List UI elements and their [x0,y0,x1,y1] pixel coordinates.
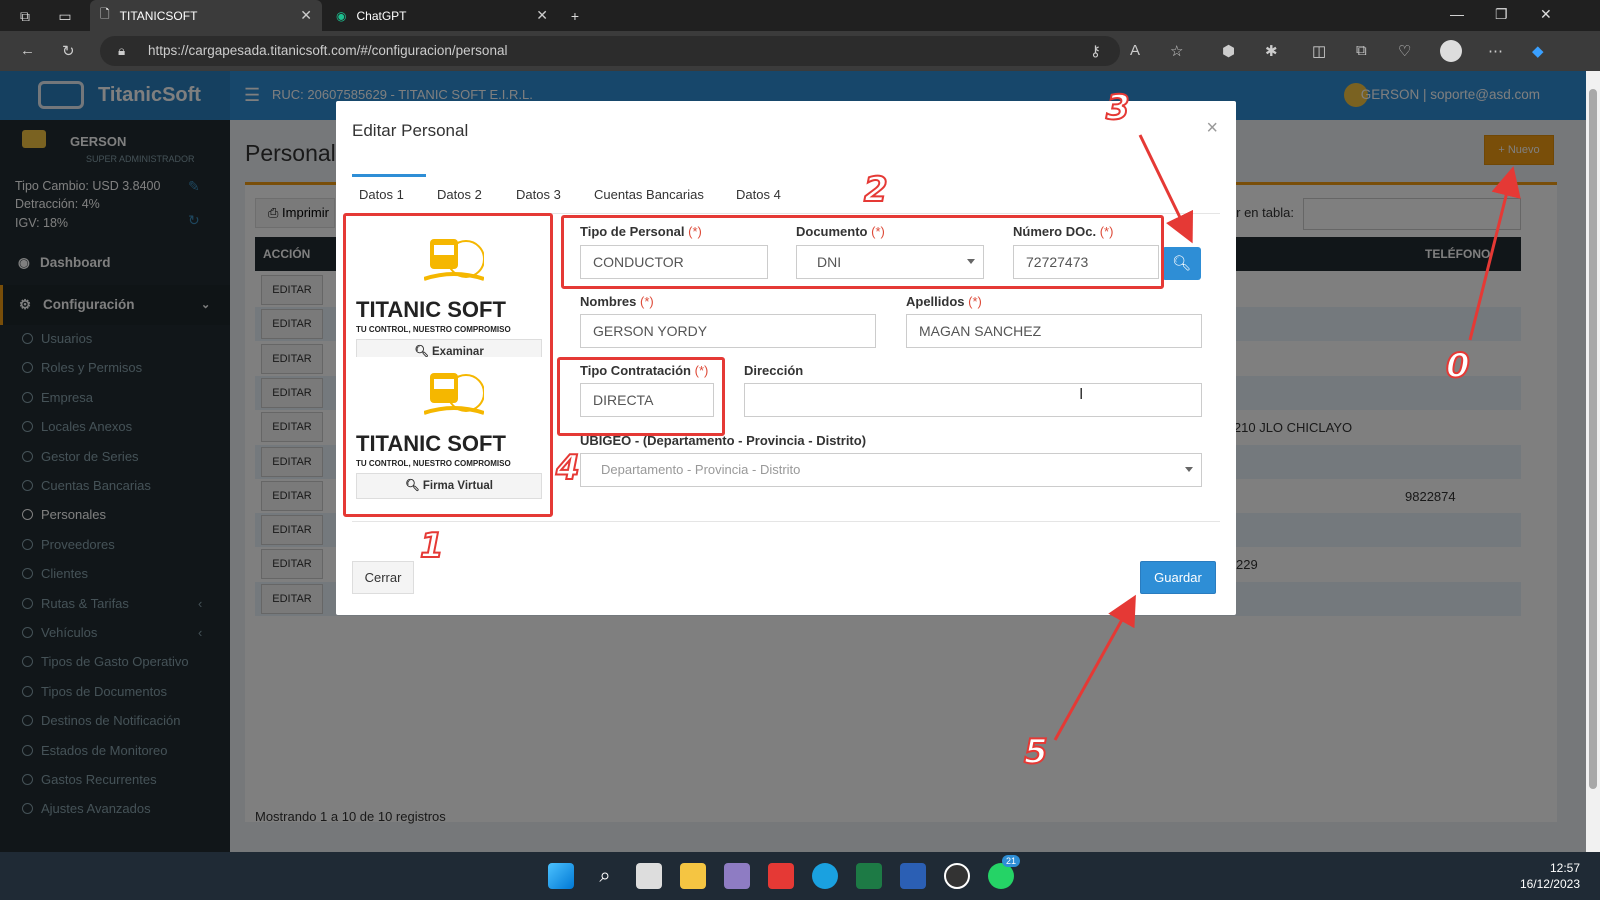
close-icon[interactable]: ✕ [300,7,312,24]
chevron-down-icon [1185,467,1193,472]
excel-icon[interactable] [856,863,882,889]
word-icon[interactable] [900,863,926,889]
annotation-number-5: 5 [1023,731,1049,773]
address-bar-row: ← ↻ 🔒︎ https://cargapesada.titanicsoft.c… [0,31,1600,71]
read-aloud-icon[interactable]: A [1130,42,1140,59]
annotation-number-3: 3 [1105,87,1131,129]
favorite-icon[interactable]: ☆ [1170,42,1183,60]
whatsapp-icon[interactable]: 21 [988,855,1021,889]
health-icon[interactable]: ♡ [1398,42,1411,60]
key-icon[interactable]: ⚷ [1090,42,1101,60]
minimize-icon[interactable]: — [1450,6,1464,22]
task-view-icon[interactable] [636,863,662,889]
tab-title: ChatGPT [356,8,407,23]
profile-avatar[interactable] [1440,40,1462,62]
modal-footer-divider [352,521,1220,522]
annotation-number-4: 4 [555,447,581,489]
nombres-input[interactable]: GERSON YORDY [580,314,876,348]
start-icon[interactable] [548,863,574,889]
tab-title: TITANICSOFT [119,8,198,23]
label-text: Apellidos [906,294,965,309]
direccion-label: Dirección [744,363,804,378]
restore-icon[interactable]: ❐ [1495,6,1508,23]
more-icon[interactable]: ⋯ [1488,42,1503,60]
edge-icon[interactable] [812,863,838,889]
annotation-number-1: 1 [419,525,445,567]
vivaldi-icon[interactable] [768,863,794,889]
annotation-number-0: 0 [1445,345,1471,387]
search-icon: 🔍︎ [1171,255,1192,272]
page-icon: 🗋 [100,7,110,21]
required-mark: (*) [968,294,982,309]
media-player-icon[interactable] [944,863,970,889]
back-icon[interactable]: ← [20,42,35,59]
tab-datos-3[interactable]: Datos 3 [516,187,561,202]
direccion-input[interactable] [744,383,1202,417]
system-clock[interactable]: 12:57 16/12/2023 [1520,860,1580,892]
ubigeo-select[interactable]: Departamento - Provincia - Distrito [580,453,1202,487]
browser-tab-titanicsoft[interactable]: 🗋 TITANICSOFT ✕ [90,0,322,31]
close-icon[interactable]: ✕ [536,7,548,24]
workspaces-icon[interactable]: ⧉ [16,7,34,25]
search-dni-button[interactable]: 🔍︎ [1162,247,1201,280]
tab-actions-icon[interactable]: ▭ [56,7,74,25]
notification-badge: 21 [1002,855,1021,867]
url-input[interactable]: 🔒︎ https://cargapesada.titanicsoft.com/#… [100,36,1120,66]
search-icon[interactable]: ⌕ [592,863,618,889]
browser-tab-bar: ⧉ ▭ 🗋 TITANICSOFT ✕ ◉ ChatGPT ✕ + — ❐ ✕ [0,0,1600,31]
copilot-icon[interactable]: ◆ [1532,42,1544,60]
nombres-label: Nombres (*) [580,294,654,309]
tab-datos-1[interactable]: Datos 1 [359,187,404,202]
pen-app-icon[interactable] [724,863,750,889]
refresh-icon[interactable]: ↻ [62,42,75,60]
tab-datos-4[interactable]: Datos 4 [736,187,781,202]
chatgpt-icon: ◉ [336,8,347,23]
file-explorer-icon[interactable] [680,863,706,889]
close-icon[interactable]: × [1206,117,1218,140]
modal-title: Editar Personal [352,121,469,140]
cerrar-button[interactable]: Cerrar [352,561,414,594]
new-tab-icon[interactable]: + [566,7,584,25]
tab-datos-2[interactable]: Datos 2 [437,187,482,202]
extension-icon[interactable]: ⬢ [1222,42,1235,60]
split-screen-icon[interactable]: ◫ [1312,42,1326,60]
apellidos-label: Apellidos (*) [906,294,982,309]
active-tab-indicator [352,174,426,177]
select-placeholder: Departamento - Provincia - Distrito [601,462,801,477]
url-text: https://cargapesada.titanicsoft.com/#/co… [148,43,508,58]
annotation-box-4 [557,357,725,436]
label-text: Nombres [580,294,637,309]
clock-date: 16/12/2023 [1519,877,1580,891]
guardar-button[interactable]: Guardar [1140,561,1216,594]
annotation-number-2: 2 [863,169,889,211]
windows-taskbar: ⌕ 21 12:57 16/12/2023 [0,852,1600,900]
apellidos-input[interactable]: MAGAN SANCHEZ [906,314,1202,348]
close-window-icon[interactable]: ✕ [1540,6,1552,23]
tab-cuentas-bancarias[interactable]: Cuentas Bancarias [594,187,704,202]
annotation-box-2 [561,215,1164,289]
clock-time: 12:57 [1549,861,1580,875]
text-cursor-icon: I [1079,386,1084,403]
browser-tab-chatgpt[interactable]: ◉ ChatGPT ✕ [326,0,558,31]
puzzle-icon[interactable]: ✱ [1265,42,1278,60]
annotation-box-1 [343,213,553,517]
scrollbar-thumb[interactable] [1589,89,1597,789]
collections-icon[interactable]: ⧉ [1356,42,1367,59]
required-mark: (*) [639,294,654,309]
page-scrollbar[interactable] [1586,71,1600,852]
lock-icon: 🔒︎ [118,43,126,58]
